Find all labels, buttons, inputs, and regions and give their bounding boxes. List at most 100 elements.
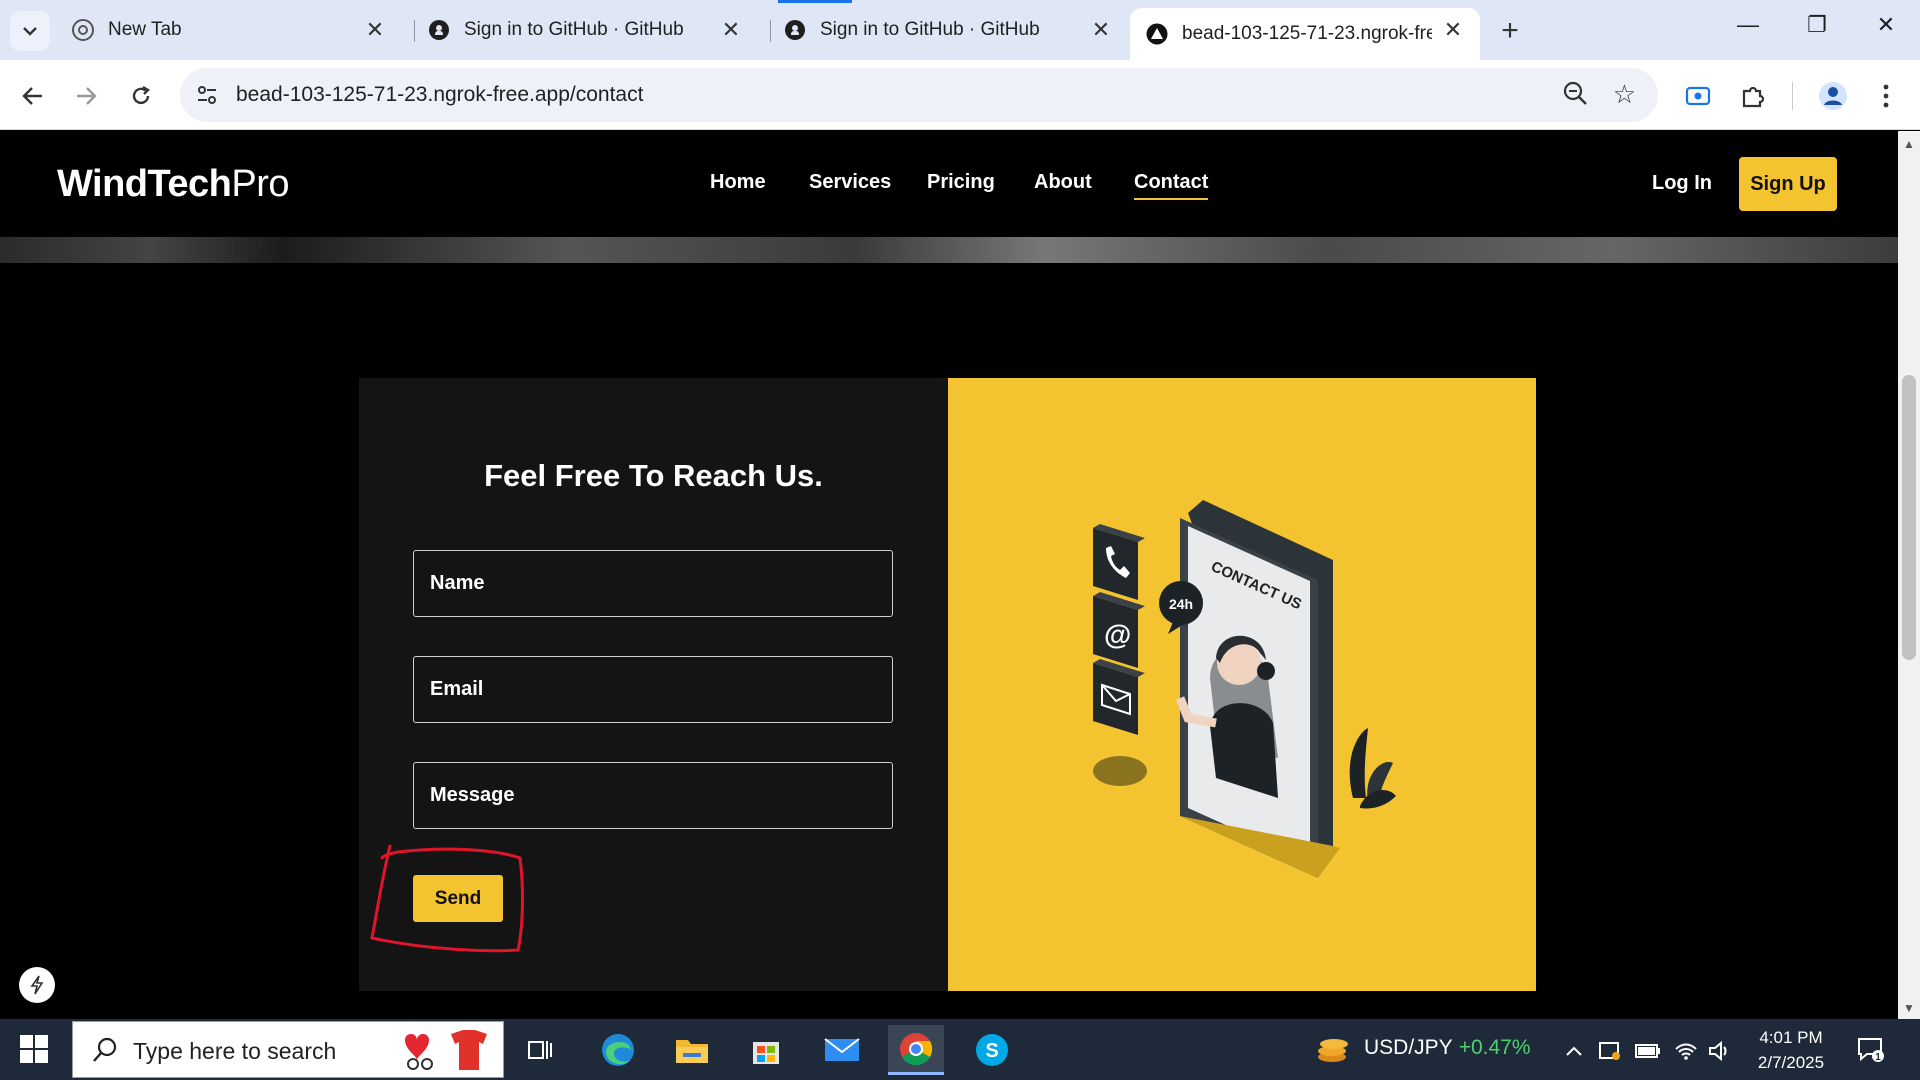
wifi-icon[interactable] <box>1672 1037 1700 1065</box>
tab-github-1[interactable]: Sign in to GitHub · GitHub ✕ <box>412 8 758 52</box>
signup-button[interactable]: Sign Up <box>1739 157 1837 211</box>
profile-avatar-icon[interactable] <box>1815 78 1851 114</box>
battery-icon[interactable] <box>1634 1037 1662 1065</box>
nav-contact[interactable]: Contact <box>1134 171 1209 200</box>
chrome-app[interactable] <box>888 1025 944 1075</box>
lightning-icon <box>30 975 44 995</box>
plant-leaves <box>1349 728 1396 809</box>
tab-title: bead-103-125-71-23.ngrok-free <box>1182 23 1432 44</box>
site-settings-icon[interactable] <box>194 82 220 108</box>
skype-icon: S <box>976 1034 1008 1066</box>
mail-tile-icon <box>1093 659 1145 735</box>
tab-search-button[interactable] <box>10 11 50 51</box>
close-icon[interactable]: ✕ <box>1440 17 1466 43</box>
forward-button[interactable] <box>68 78 104 114</box>
volume-icon[interactable] <box>1706 1037 1734 1065</box>
github-icon <box>428 19 450 41</box>
nav-about[interactable]: About <box>1034 171 1092 194</box>
kebab-menu-icon[interactable] <box>1868 78 1904 114</box>
tab-loading-indicator <box>778 0 852 3</box>
close-icon[interactable]: ✕ <box>1088 17 1114 43</box>
windows-start-button[interactable] <box>20 1035 48 1068</box>
scrollbar-thumb[interactable] <box>1902 375 1916 660</box>
ticker-label: USD/JPY <box>1364 1036 1453 1059</box>
file-explorer-app[interactable] <box>664 1025 720 1075</box>
logo-bold-text: WindTech <box>57 163 232 205</box>
mail-icon <box>824 1038 860 1061</box>
new-tab-button[interactable]: + <box>1494 14 1526 48</box>
email-field[interactable]: Email <box>413 656 893 723</box>
lightning-widget-button[interactable] <box>19 967 55 1003</box>
page-scrollbar[interactable]: ▲ ▼ <box>1898 131 1920 1019</box>
chevron-down-icon <box>23 27 37 36</box>
edge-browser-icon <box>602 1034 634 1066</box>
close-icon[interactable]: ✕ <box>718 17 744 43</box>
svg-text:@: @ <box>1104 619 1131 650</box>
taskbar-search-box[interactable]: Type here to search <box>72 1021 504 1078</box>
microsoft-store-app[interactable] <box>738 1025 794 1075</box>
nav-pricing[interactable]: Pricing <box>927 171 995 194</box>
reload-button[interactable] <box>123 78 159 114</box>
tab-title: New Tab <box>108 19 182 40</box>
nav-home[interactable]: Home <box>710 171 766 194</box>
name-field[interactable]: Name <box>413 550 893 617</box>
vercel-triangle-icon <box>1146 23 1168 45</box>
zoom-icon[interactable] <box>1562 80 1588 113</box>
mail-app[interactable] <box>814 1025 870 1075</box>
scroll-down-arrow-icon[interactable]: ▼ <box>1903 1001 1915 1015</box>
address-toolbar: bead-103-125-71-23.ngrok-free.app/contac… <box>0 60 1920 130</box>
chrome-icon <box>72 19 94 41</box>
minimize-button[interactable]: — <box>1728 12 1768 38</box>
toolbar-divider <box>1792 82 1793 110</box>
taskbar-clock[interactable]: 4:01 PM 2/7/2025 <box>1746 1025 1836 1075</box>
contact-illustration-panel: @ CONTACT US 24h <box>948 378 1536 991</box>
extensions-puzzle-icon[interactable] <box>1735 78 1771 114</box>
hero-image-strip <box>0 237 1898 263</box>
url-text[interactable]: bead-103-125-71-23.ngrok-free.app/contac… <box>236 83 643 107</box>
bookmark-star-icon[interactable]: ☆ <box>1613 79 1636 110</box>
page-viewport: WindTechPro Home Services Pricing About … <box>0 131 1898 1019</box>
tab-title: Sign in to GitHub · GitHub <box>820 19 1040 40</box>
defender-tray-icon[interactable] <box>1596 1037 1624 1065</box>
github-icon <box>784 19 806 41</box>
shadow-ellipse <box>1093 756 1147 786</box>
task-view-button[interactable] <box>512 1025 568 1075</box>
search-highlight-hearts-shirt-icon <box>395 1026 495 1079</box>
login-link[interactable]: Log In <box>1652 172 1712 195</box>
skype-app[interactable]: S <box>964 1025 1020 1075</box>
browser-tab-bar: New Tab ✕ Sign in to GitHub · GitHub ✕ S… <box>0 0 1920 60</box>
clock-time: 4:01 PM <box>1759 1028 1823 1047</box>
tab-title: Sign in to GitHub · GitHub <box>464 19 684 40</box>
omnibox[interactable]: bead-103-125-71-23.ngrok-free.app/contac… <box>180 68 1658 122</box>
svg-text:S: S <box>985 1040 998 1062</box>
folder-icon <box>676 1040 708 1063</box>
back-button[interactable] <box>15 78 51 114</box>
close-icon[interactable]: ✕ <box>362 17 388 43</box>
search-placeholder: Type here to search <box>133 1038 337 1064</box>
nav-services[interactable]: Services <box>809 171 891 194</box>
clock-date: 2/7/2025 <box>1757 1053 1825 1072</box>
close-window-button[interactable]: ✕ <box>1866 12 1906 38</box>
edge-app[interactable] <box>590 1025 646 1075</box>
arrow-right-icon <box>77 87 97 105</box>
reload-icon <box>132 85 150 105</box>
bubble-text: 24h <box>1169 596 1193 612</box>
restore-button[interactable]: ❐ <box>1797 12 1837 38</box>
store-icon <box>753 1042 779 1064</box>
windows-taskbar: Type here to search S USD/JPY +0.47% 4:0… <box>0 1019 1920 1080</box>
notification-center-icon[interactable]: 1 <box>1856 1035 1884 1063</box>
scroll-up-arrow-icon[interactable]: ▲ <box>1903 137 1915 151</box>
screen-capture-icon[interactable] <box>1680 78 1716 114</box>
site-logo[interactable]: WindTechPro <box>57 163 290 206</box>
search-icon <box>91 1036 119 1069</box>
show-hidden-icons-chevron-icon[interactable] <box>1560 1037 1588 1065</box>
tab-contact-page[interactable]: bead-103-125-71-23.ngrok-free ✕ <box>1130 8 1480 60</box>
message-field[interactable]: Message <box>413 762 893 829</box>
ticker-change: +0.47% <box>1458 1036 1531 1059</box>
tab-new-tab[interactable]: New Tab ✕ <box>56 8 402 52</box>
notification-count: 1 <box>1875 1052 1881 1063</box>
tab-github-2[interactable]: Sign in to GitHub · GitHub ✕ <box>768 8 1128 52</box>
currency-ticker-widget[interactable]: USD/JPY +0.47% <box>1364 1036 1531 1060</box>
arrow-left-icon <box>22 87 42 105</box>
form-title: Feel Free To Reach Us. <box>484 458 823 493</box>
